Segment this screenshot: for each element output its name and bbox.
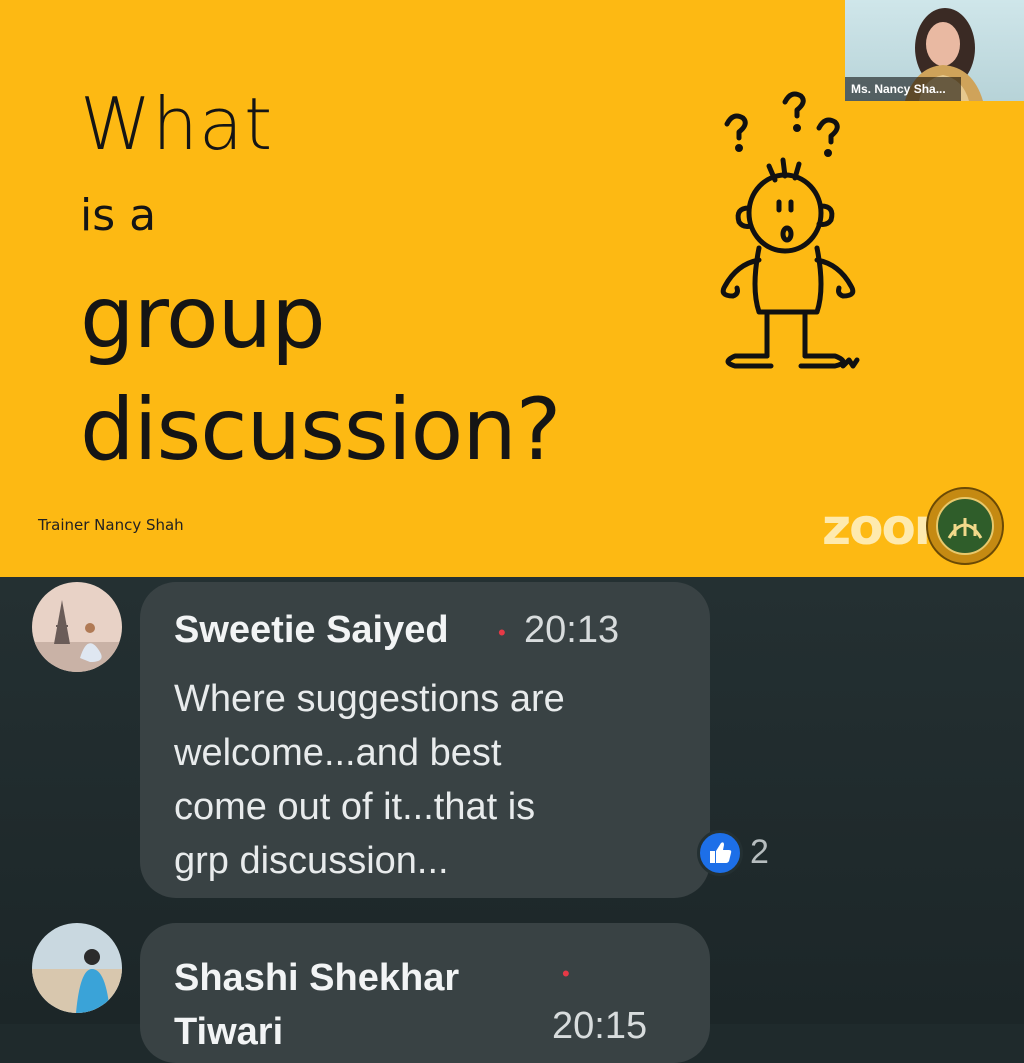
slide-title-line-2: is a — [80, 190, 157, 241]
comment-author[interactable]: Sweetie Saiyed — [174, 609, 449, 652]
comment-time: 20:15 — [552, 1005, 648, 1047]
comment-author-line: Tiwari — [174, 1011, 284, 1053]
comment-bubble[interactable]: Sweetie Saiyed • 20:13 Where suggestions… — [140, 582, 710, 898]
comment-author[interactable]: Shashi Shekhar Tiwari — [174, 951, 459, 1059]
comment-text-line: Where suggestions are — [174, 678, 565, 720]
comments-panel[interactable]: Sweetie Saiyed • 20:13 Where suggestions… — [0, 577, 1024, 1063]
slide-title-line-4: discussion? — [80, 380, 561, 480]
confused-figure-icon — [720, 91, 860, 369]
slide-footer-trainer: Trainer Nancy Shah — [38, 516, 184, 534]
like-icon[interactable] — [697, 830, 743, 876]
slide-title-line-1: What — [80, 82, 274, 166]
comment-bubble[interactable]: Shashi Shekhar Tiwari • 20:15 — [140, 923, 710, 1063]
separator-dot: • — [562, 961, 570, 986]
comment-text-line: grp discussion... — [174, 840, 449, 882]
participant-name-label: Ms. Nancy Sha... — [845, 77, 961, 101]
reaction-count: 2 — [750, 833, 769, 871]
avatar[interactable] — [32, 582, 122, 672]
organization-seal-icon — [926, 487, 1004, 565]
comment-time: 20:13 — [524, 609, 620, 651]
comment-text: Where suggestions are welcome...and best… — [174, 672, 674, 888]
comment-text-line: come out of it...that is — [174, 786, 536, 828]
avatar[interactable] — [32, 923, 122, 1013]
presentation-slide: What is a group discussion? Trainer Nanc… — [0, 0, 1024, 577]
comment-text-line: welcome...and best — [174, 732, 502, 774]
slide-title-line-3: group — [80, 268, 326, 368]
speaker-video-tile[interactable]: Ms. Nancy Sha... — [845, 0, 1024, 101]
separator-dot: • — [498, 620, 506, 645]
comment-author-line: Shashi Shekhar — [174, 957, 460, 999]
avatar-photo-icon — [32, 582, 122, 672]
avatar-photo-icon — [32, 923, 122, 1013]
